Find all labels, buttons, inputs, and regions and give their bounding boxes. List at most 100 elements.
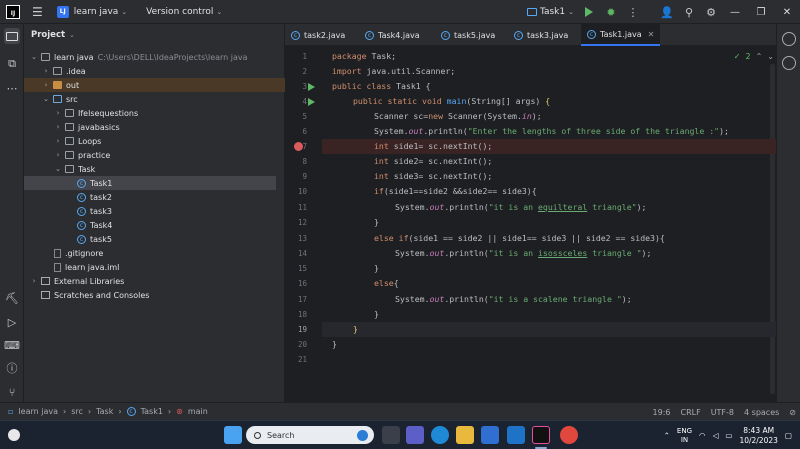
run-config-selector[interactable]: Task1 ⌄ [526, 7, 574, 17]
project-panel-header[interactable]: Project ⌄ [24, 24, 284, 46]
intellij-taskbar-icon[interactable] [532, 426, 550, 444]
code-line[interactable]: if(side1==side2 &&side2== side3){ [374, 184, 537, 199]
language-indicator[interactable]: ENG IN [677, 427, 692, 445]
volume-icon[interactable]: ◁ [713, 431, 719, 440]
code-line[interactable]: System.out.println("Enter the lengths of… [374, 124, 729, 139]
code-line[interactable]: } [374, 307, 379, 322]
code-line[interactable]: } [332, 337, 337, 352]
breadcrumb-item[interactable]: src [71, 407, 83, 416]
code-line[interactable]: System.out.println("it is a scalene tria… [395, 292, 632, 307]
tab-task2[interactable]: c task2.java [291, 24, 345, 46]
file-explorer-icon[interactable] [456, 426, 474, 444]
breadcrumb-item[interactable]: learn java [18, 407, 58, 416]
tab-task4[interactable]: c Task4.java [365, 24, 420, 46]
code-line[interactable]: else if(side1 == side2 || side1== side3 … [374, 231, 665, 246]
tree-item-src[interactable]: ⌄ src [24, 92, 285, 106]
tree-item-task2[interactable]: c task2 [24, 190, 285, 204]
version-control-menu[interactable]: Version control ⌄ [141, 7, 222, 17]
start-icon[interactable] [224, 426, 242, 444]
notifications-icon[interactable] [782, 32, 796, 46]
minimize-icon[interactable]: — [722, 2, 748, 22]
tab-task5[interactable]: c task5.java [441, 24, 495, 46]
tree-item-gitignore[interactable]: .gitignore [24, 246, 285, 260]
tree-item-task5[interactable]: c task5 [24, 232, 285, 246]
notification-icon[interactable]: ▢ [785, 431, 792, 440]
git-icon[interactable]: ⑂ [4, 384, 20, 400]
breadcrumb-item[interactable]: Task1 [141, 407, 163, 416]
code-line[interactable]: } [374, 261, 379, 276]
tree-item-javabasics[interactable]: › javabasics [24, 120, 285, 134]
line-separator[interactable]: CRLF [680, 408, 700, 417]
chevron-up-icon[interactable]: ⌃ [756, 52, 763, 61]
tab-task1[interactable]: c Task1.java ✕ [581, 24, 661, 46]
teams-icon[interactable] [406, 426, 424, 444]
chrome-icon[interactable] [560, 426, 578, 444]
store-icon[interactable] [481, 426, 499, 444]
edge-icon[interactable] [431, 426, 449, 444]
close-tab-icon[interactable]: ✕ [648, 30, 655, 39]
tree-item-task1[interactable]: c Task1 [24, 176, 276, 190]
code-line[interactable]: } [374, 215, 379, 230]
code-line[interactable]: import java.util.Scanner; [332, 64, 455, 79]
run-tool-icon[interactable]: ▷ [4, 314, 20, 330]
tree-item-ifelsequestions[interactable]: › Ifelsequestions [24, 106, 285, 120]
close-icon[interactable]: ✕ [774, 2, 800, 22]
tree-item-task[interactable]: ⌄ Task [24, 162, 285, 176]
tree-item-loops[interactable]: › Loops [24, 134, 285, 148]
tree-item-out[interactable]: › out [24, 78, 285, 92]
tree-item-scratches[interactable]: Scratches and Consoles [24, 288, 285, 302]
structure-icon[interactable]: ⧉ [4, 56, 20, 72]
search-icon[interactable]: ⚲ [678, 2, 700, 22]
more-tools-icon[interactable]: ⋯ [4, 80, 20, 96]
maximize-icon[interactable]: ❐ [748, 2, 774, 22]
terminal-icon[interactable]: ⌨ [4, 337, 20, 353]
breakpoint-icon[interactable] [294, 142, 303, 151]
tree-item-task3[interactable]: c task3 [24, 204, 285, 218]
project-switcher[interactable]: LJ learn java ⌄ [56, 5, 127, 18]
more-icon[interactable]: ⋮ [622, 2, 644, 22]
ai-icon[interactable] [782, 56, 796, 70]
build-icon[interactable]: ⛏ [4, 290, 20, 306]
inspection-widget[interactable]: ✓ 2 ⌃ ⌄ [734, 52, 774, 61]
file-encoding[interactable]: UTF-8 [711, 408, 734, 417]
chevron-up-icon[interactable]: ⌃ [664, 431, 670, 440]
taskbar-search[interactable]: Search [246, 426, 374, 444]
editor-scrollbar[interactable] [770, 64, 775, 394]
debug-icon[interactable]: ✹ [600, 2, 622, 22]
breadcrumb-item[interactable]: main [188, 407, 208, 416]
add-user-icon[interactable]: 👤 [656, 2, 678, 22]
code-line[interactable]: public static void main(String[] args) { [353, 94, 550, 109]
problems-icon[interactable]: ⓘ [4, 360, 20, 376]
code-line[interactable]: package Task; [332, 49, 396, 64]
code-line[interactable]: Scanner sc=new Scanner(System.in); [374, 109, 542, 124]
indent-setting[interactable]: 4 spaces [744, 408, 779, 417]
code-line[interactable]: System.out.println("it is an equilteral … [395, 200, 646, 215]
code-line[interactable]: int side3= sc.nextInt(); [374, 169, 492, 184]
task-view-icon[interactable] [382, 426, 400, 444]
tree-item-external-libraries[interactable]: › External Libraries [24, 274, 285, 288]
code-line[interactable]: public class Task1 { [332, 79, 431, 94]
run-gutter-icon[interactable] [308, 98, 315, 106]
code-line[interactable]: int side1= sc.nextInt(); [374, 139, 492, 154]
tree-item-root[interactable]: ⌄ learn java C:\Users\DELL\IdeaProjects\… [24, 50, 285, 64]
run-icon[interactable] [578, 2, 600, 22]
run-gutter-icon[interactable] [308, 83, 315, 91]
tree-item-idea[interactable]: › .idea [24, 64, 285, 78]
tree-item-task4[interactable]: c Task4 [24, 218, 285, 232]
code-line[interactable]: int side2= sc.nextInt(); [374, 154, 492, 169]
code-line[interactable]: System.out.println("it is an isossceles … [395, 246, 651, 261]
main-menu-icon[interactable]: ☰ [32, 5, 43, 19]
caret-position[interactable]: 19:6 [653, 408, 671, 417]
chevron-down-icon[interactable]: ⌄ [767, 52, 774, 61]
tab-task3[interactable]: c task3.java [514, 24, 568, 46]
mail-icon[interactable] [507, 426, 525, 444]
breadcrumb-item[interactable]: Task [96, 407, 113, 416]
settings-icon[interactable]: ⚙ [700, 2, 722, 22]
weather-icon[interactable] [8, 429, 20, 441]
battery-icon[interactable]: ▭ [725, 431, 732, 440]
clock[interactable]: 8:43 AM 10/2/2023 [739, 426, 777, 446]
project-folder-icon[interactable] [4, 28, 20, 44]
code-line[interactable]: else{ [374, 276, 399, 291]
tree-item-practice[interactable]: › practice [24, 148, 285, 162]
tree-item-iml[interactable]: learn java.iml [24, 260, 285, 274]
